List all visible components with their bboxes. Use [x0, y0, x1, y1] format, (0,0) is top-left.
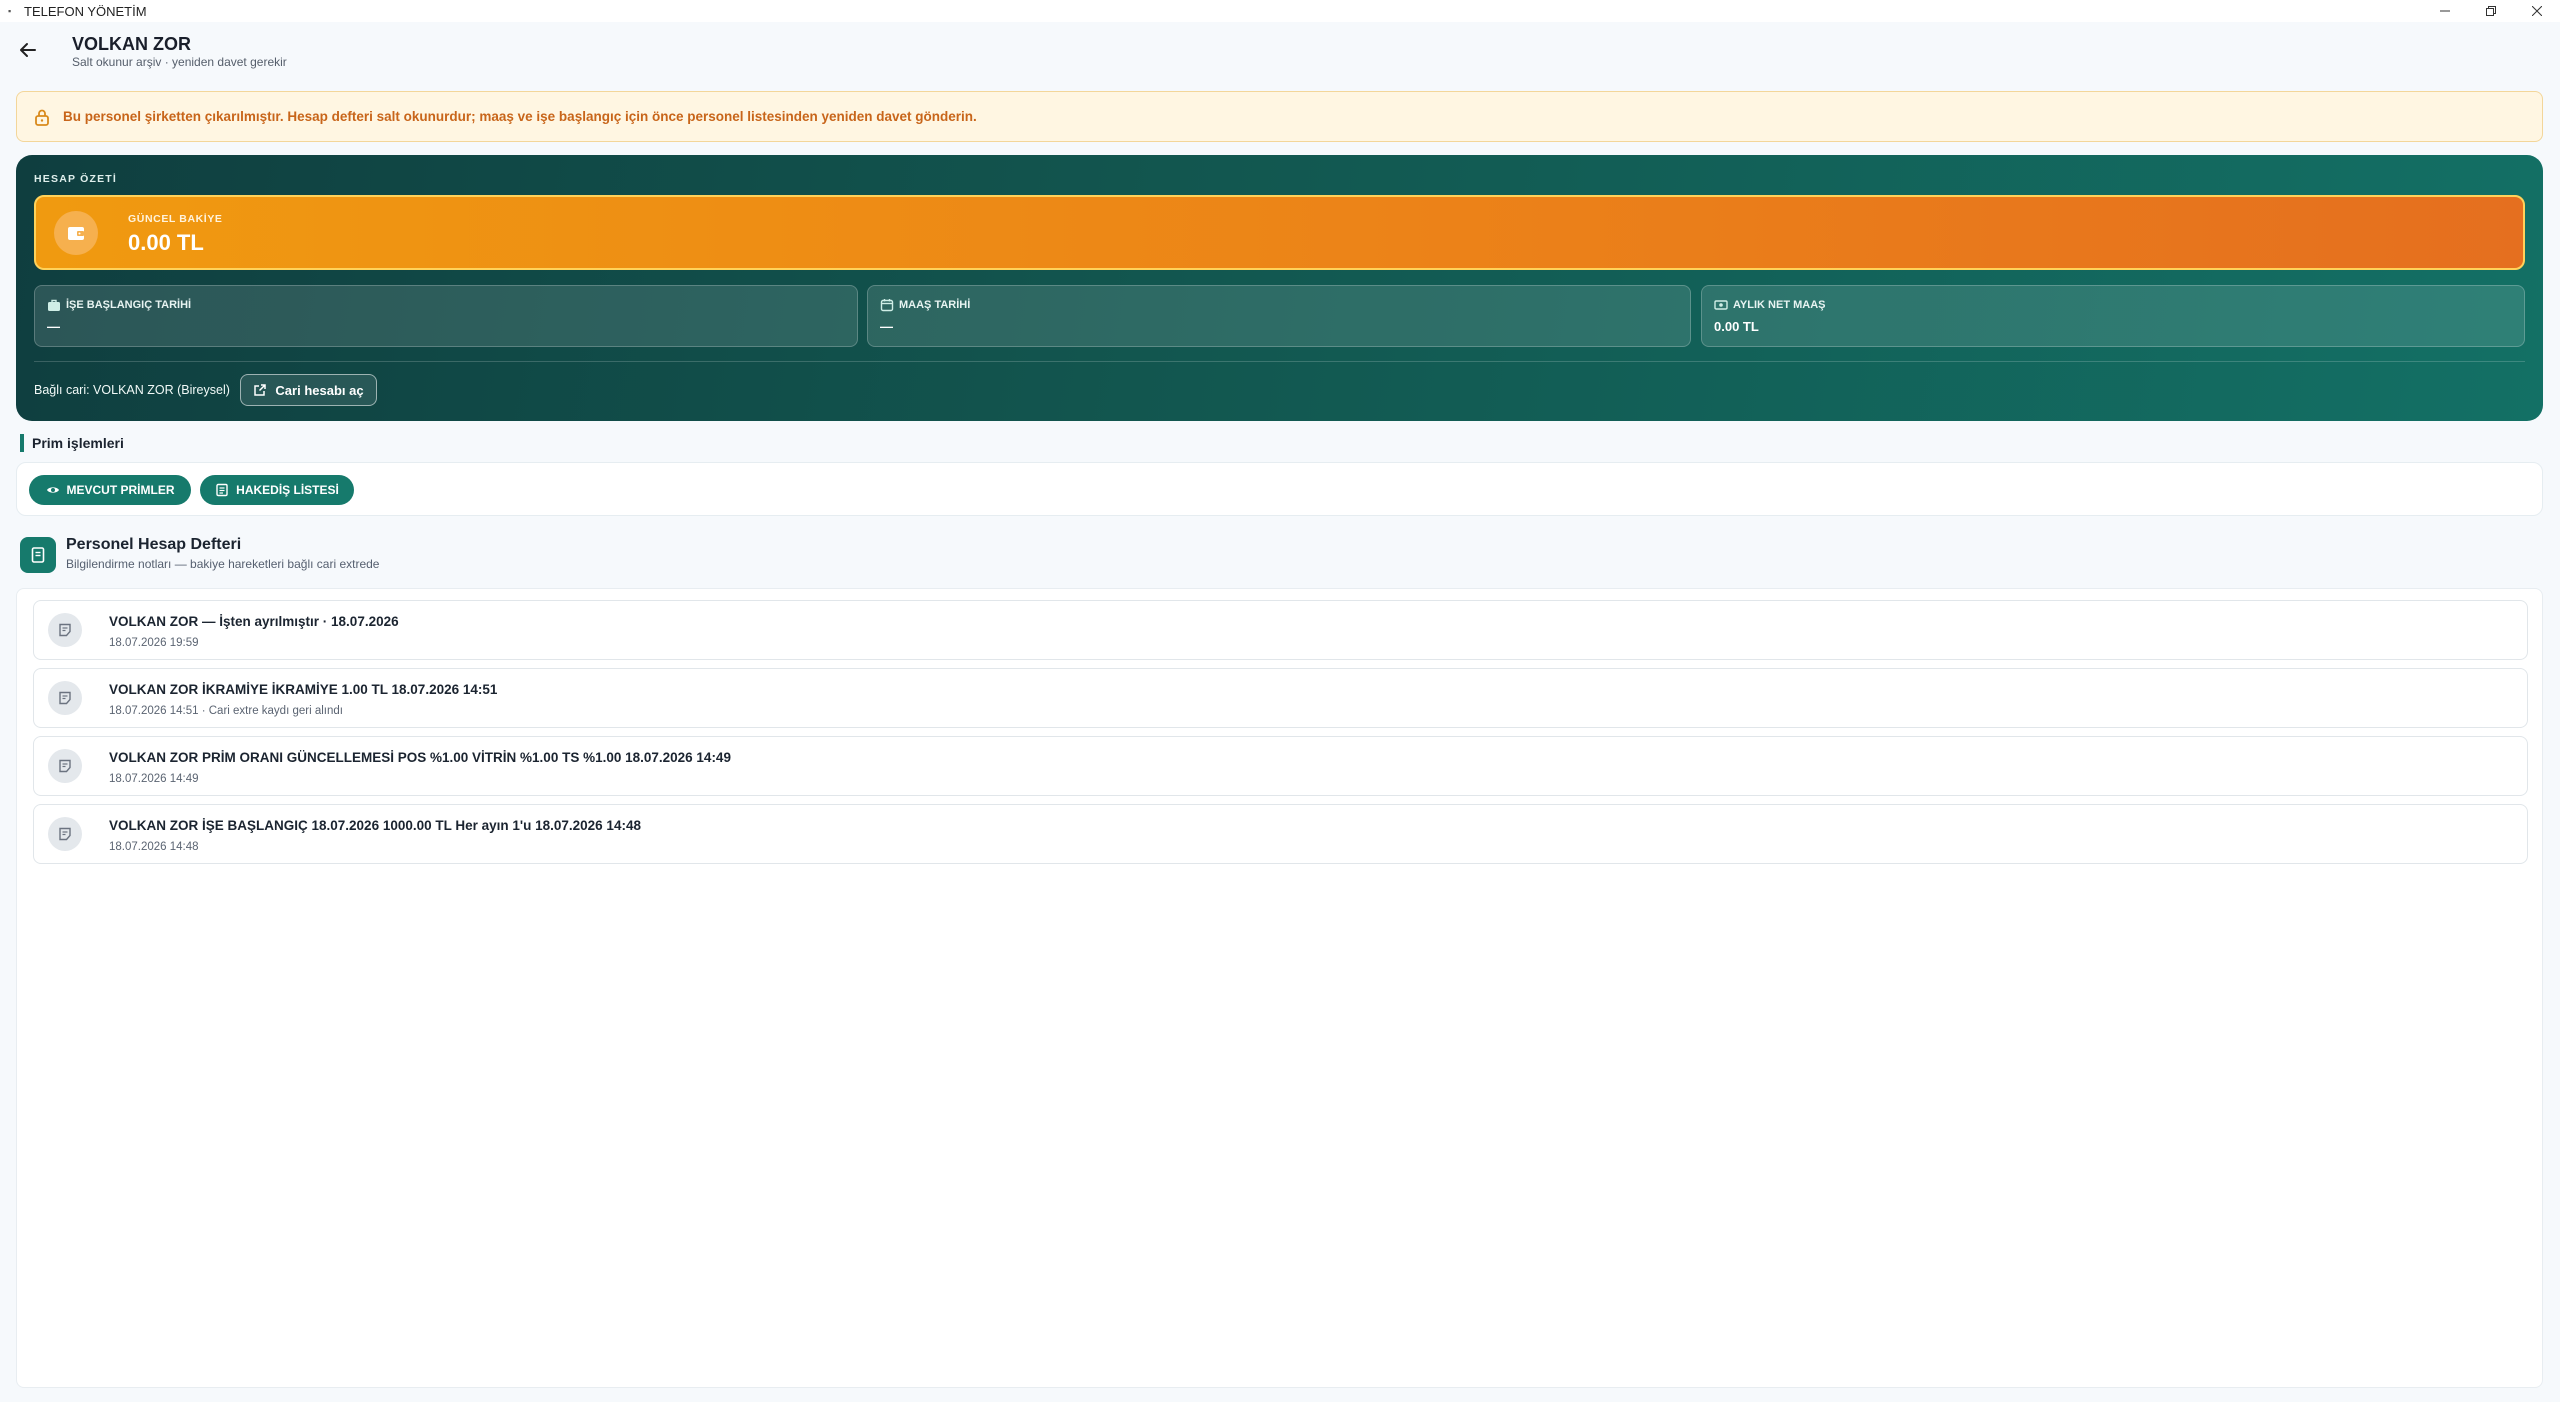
- salary-date-card: MAAŞ TARİHİ —: [867, 285, 1691, 347]
- page-title: VOLKAN ZOR: [72, 34, 191, 54]
- minimize-button[interactable]: [2422, 0, 2468, 22]
- salary-date-value: —: [880, 319, 893, 334]
- ledger-entry-subtitle: 18.07.2026 14:48: [109, 841, 199, 853]
- restore-button[interactable]: [2468, 0, 2514, 22]
- app-icon: ▪: [8, 6, 12, 16]
- summary-divider: [34, 361, 2525, 362]
- start-date-card: İŞE BAŞLANGIÇ TARİHİ —: [34, 285, 858, 347]
- open-account-button-label: Cari hesabı aç: [275, 382, 364, 398]
- ledger-entry[interactable]: VOLKAN ZOR İKRAMİYE İKRAMİYE 1.00 TL 18.…: [33, 668, 2528, 728]
- wallet-icon: [54, 211, 98, 255]
- ledger-book-icon: [20, 537, 56, 573]
- note-icon: [48, 749, 82, 783]
- window-controls: [2422, 0, 2560, 22]
- balance-value: 0.00 TL: [128, 230, 204, 255]
- ledger-entry-subtitle: 18.07.2026 19:59: [109, 637, 199, 649]
- list-icon: [215, 483, 229, 497]
- progress-payments-label: HAKEDİŞ LİSTESİ: [236, 483, 339, 497]
- progress-payments-button[interactable]: HAKEDİŞ LİSTESİ: [200, 475, 354, 505]
- linked-account-label: Bağlı cari: VOLKAN ZOR (Bireysel): [34, 383, 230, 397]
- arrow-left-icon: [20, 43, 36, 57]
- ledger-entry-title: VOLKAN ZOR İŞE BAŞLANGIÇ 18.07.2026 1000…: [109, 818, 641, 833]
- ledger-entry[interactable]: VOLKAN ZOR İŞE BAŞLANGIÇ 18.07.2026 1000…: [33, 804, 2528, 864]
- close-button[interactable]: [2514, 0, 2560, 22]
- back-button[interactable]: [16, 38, 40, 62]
- note-icon: [48, 681, 82, 715]
- monthly-salary-card: AYLIK NET MAAŞ 0.00 TL: [1701, 285, 2525, 347]
- ledger-entry[interactable]: VOLKAN ZOR PRİM ORANI GÜNCELLEMESİ POS %…: [33, 736, 2528, 796]
- lock-icon: [33, 108, 51, 126]
- account-summary-card: HESAP ÖZETİ GÜNCEL BAKİYE 0.00 TL İŞE BA…: [16, 155, 2543, 421]
- page-subtitle: Salt okunur arşiv · yeniden davet gereki…: [72, 55, 287, 69]
- start-date-label: İŞE BAŞLANGIÇ TARİHİ: [66, 299, 192, 311]
- window-titlebar: ▪ TELEFON YÖNETİM: [0, 0, 2560, 22]
- ledger-entry-title: VOLKAN ZOR PRİM ORANI GÜNCELLEMESİ POS %…: [109, 750, 731, 765]
- warning-message: Bu personel şirketten çıkarılmıştır. Hes…: [63, 109, 977, 124]
- salary-date-label: MAAŞ TARİHİ: [899, 299, 971, 311]
- ledger-entry-title: VOLKAN ZOR — İşten ayrılmıştır · 18.07.2…: [109, 614, 399, 629]
- page-header: VOLKAN ZOR Salt okunur arşiv · yeniden d…: [0, 22, 2560, 72]
- monthly-salary-label: AYLIK NET MAAŞ: [1733, 299, 1826, 311]
- ledger-entry[interactable]: VOLKAN ZOR — İşten ayrılmıştır · 18.07.2…: [33, 600, 2528, 660]
- eye-icon: [46, 483, 60, 497]
- ledger-list-panel: VOLKAN ZOR — İşten ayrılmıştır · 18.07.2…: [16, 588, 2543, 1388]
- summary-label: HESAP ÖZETİ: [34, 173, 118, 185]
- current-balance-card: GÜNCEL BAKİYE 0.00 TL: [34, 195, 2525, 270]
- note-icon: [48, 817, 82, 851]
- prim-actions-panel: MEVCUT PRİMLER HAKEDİŞ LİSTESİ: [16, 462, 2543, 516]
- ledger-subtitle: Bilgilendirme notları — bakiye hareketle…: [66, 557, 380, 571]
- prim-section-title: Prim işlemleri: [20, 434, 124, 452]
- balance-label: GÜNCEL BAKİYE: [128, 213, 223, 225]
- calendar-icon: [880, 298, 894, 312]
- ledger-entry-title: VOLKAN ZOR İKRAMİYE İKRAMİYE 1.00 TL 18.…: [109, 682, 498, 697]
- window-title: TELEFON YÖNETİM: [24, 3, 147, 19]
- monthly-salary-value: 0.00 TL: [1714, 319, 1759, 334]
- ledger-entry-subtitle: 18.07.2026 14:49: [109, 773, 199, 785]
- ledger-title: Personel Hesap Defteri: [66, 536, 242, 553]
- readonly-warning-banner: Bu personel şirketten çıkarılmıştır. Hes…: [16, 91, 2543, 142]
- briefcase-icon: [47, 298, 61, 312]
- start-date-value: —: [47, 319, 60, 334]
- note-icon: [48, 613, 82, 647]
- current-bonuses-label: MEVCUT PRİMLER: [66, 483, 175, 497]
- ledger-entry-subtitle: 18.07.2026 14:51 · Cari extre kaydı geri…: [109, 705, 343, 717]
- external-link-icon: [253, 383, 267, 397]
- money-icon: [1714, 298, 1728, 312]
- open-account-button[interactable]: Cari hesabı aç: [240, 374, 377, 406]
- current-bonuses-button[interactable]: MEVCUT PRİMLER: [29, 475, 191, 505]
